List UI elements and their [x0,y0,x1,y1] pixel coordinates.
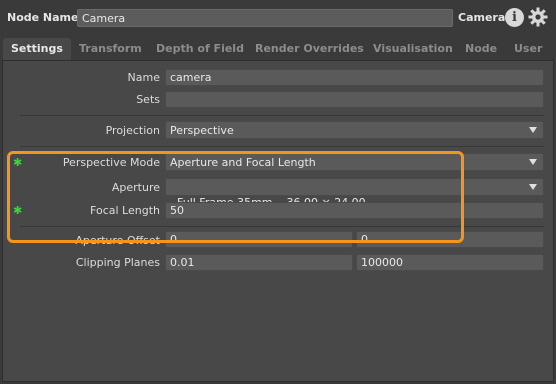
modified-marker-icon: ✱ [13,156,23,169]
tab-bar: Settings Transform Depth of Field Render… [0,38,556,60]
divider [20,226,544,227]
clipping-planes-label: Clipping Planes [75,256,160,269]
chevron-down-icon [529,127,537,133]
tab-user[interactable]: User [514,38,542,60]
sets-label: Sets [136,93,160,106]
projection-label: Projection [105,124,160,137]
node-type-label: Camera [458,11,506,24]
tab-transform[interactable]: Transform [79,38,142,60]
tab-settings[interactable]: Settings [3,38,71,60]
modified-marker-icon: ✱ [13,204,23,217]
aperture-label: Aperture [111,181,160,194]
name-field[interactable]: camera [165,69,544,86]
chevron-down-icon [529,184,537,190]
aperture-offset-label: Aperture Offset [75,234,160,247]
header-bar: Node Name Camera Camera i [0,0,556,36]
tab-render-overrides[interactable]: Render Overrides [255,38,364,60]
perspective-mode-label: Perspective Mode [62,156,160,169]
projection-value: Perspective [170,124,234,137]
chevron-down-icon [529,159,537,165]
node-name-input[interactable]: Camera [77,9,453,27]
tab-visualisation[interactable]: Visualisation [373,38,453,60]
perspective-mode-value: Aperture and Focal Length [170,156,316,169]
clipping-near-field[interactable]: 0.01 [165,254,353,271]
name-label: Name [127,71,160,84]
sets-field[interactable] [165,91,544,108]
tab-node[interactable]: Node [465,38,497,60]
aperture-dropdown[interactable]: Full Frame 35mm 36.00 × 24.00 [165,178,544,209]
gear-icon[interactable] [528,7,548,27]
divider [20,146,544,147]
perspective-mode-dropdown[interactable]: Aperture and Focal Length [165,153,544,171]
clipping-far-field[interactable]: 100000 [356,254,544,271]
info-icon[interactable]: i [505,8,524,27]
tab-depth-of-field[interactable]: Depth of Field [156,38,244,60]
aperture-offset-x-field[interactable]: 0 [165,231,353,248]
focal-length-field[interactable]: 50 [165,202,544,219]
projection-dropdown[interactable]: Perspective [165,121,544,139]
settings-panel [2,60,554,382]
focal-length-label: Focal Length [90,204,160,217]
node-name-label: Node Name [7,11,79,24]
divider [20,115,544,116]
aperture-offset-y-field[interactable]: 0 [356,231,544,248]
